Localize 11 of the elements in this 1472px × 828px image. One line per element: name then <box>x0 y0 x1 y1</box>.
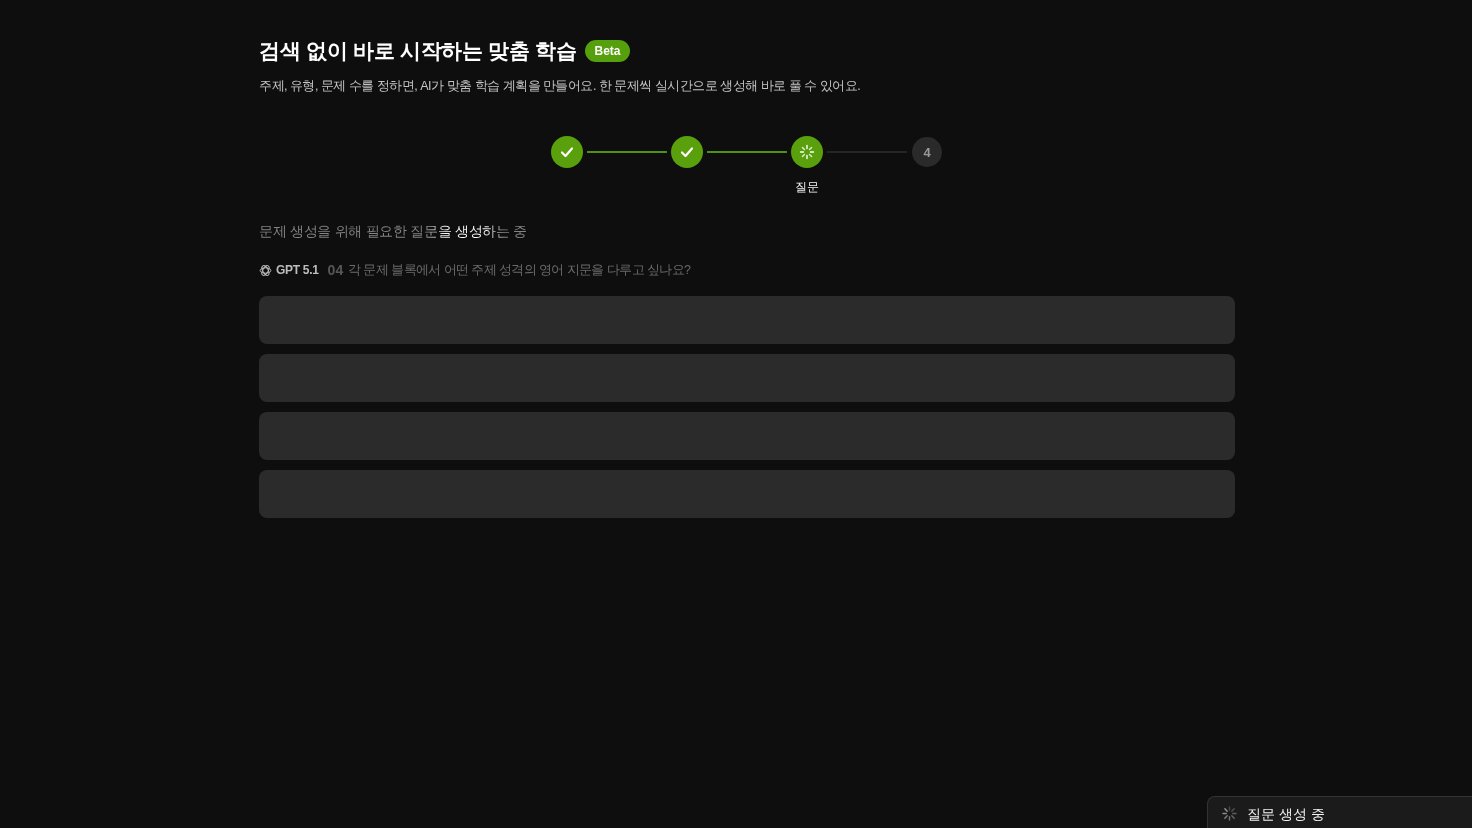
page-title: 검색 없이 바로 시작하는 맞춤 학습 <box>259 38 577 64</box>
toast-text: 질문 생성 중 <box>1247 804 1325 823</box>
question-text: 각 문제 블록에서 어떤 주제 성격의 영어 지문을 다루고 싶나요? <box>348 261 691 279</box>
beta-badge: Beta <box>585 40 630 62</box>
step-number: 4 <box>912 137 942 167</box>
knot-icon <box>259 263 272 277</box>
question-number: 04 <box>327 262 344 278</box>
spinner-icon <box>1222 806 1237 821</box>
model-name: GPT 5.1 <box>276 263 319 277</box>
page-description: 주제, 유형, 문제 수를 정하면, AI가 맞춤 학습 계획을 만들어요. 한 문제씩 실시간으로 생성해 바로 풀 수 있어요. <box>259 78 862 95</box>
step-label: 질문 <box>795 180 819 195</box>
